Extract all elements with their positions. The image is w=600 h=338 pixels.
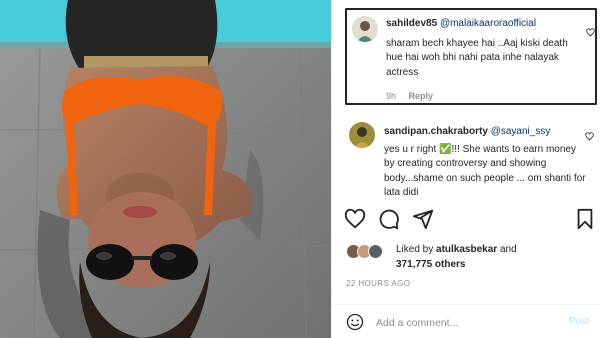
- share-icon[interactable]: [412, 208, 434, 230]
- add-comment-bar: Post: [332, 304, 600, 338]
- comment-heart-icon[interactable]: [586, 28, 595, 37]
- liked-by-label: Liked by: [396, 244, 434, 255]
- comment-icon[interactable]: [378, 208, 400, 230]
- liked-by-text: Liked by atulkasbekar and: [396, 244, 517, 255]
- liked-by-user[interactable]: atulkasbekar: [436, 244, 497, 255]
- and-label: and: [499, 244, 517, 255]
- avatar[interactable]: [352, 16, 378, 42]
- heart-icon[interactable]: [344, 208, 366, 230]
- comments-panel: sahildev85 @malaikaarora­official sharam…: [331, 0, 600, 338]
- likes-summary: Liked by atulkasbekar and 371,775 others: [346, 242, 586, 276]
- post-time[interactable]: 22 HOURS AGO: [346, 279, 410, 288]
- checkmark-emoji: ✅: [439, 143, 452, 155]
- comment-time: 9h: [386, 91, 397, 101]
- post-actions: [344, 208, 596, 232]
- reply-button[interactable]: Reply: [409, 91, 434, 101]
- comment-username[interactable]: sahildev85: [386, 18, 437, 29]
- liker-avatar[interactable]: [368, 244, 383, 259]
- comment-item-highlighted: sahildev85 @malaikaarora­official sharam…: [345, 8, 597, 105]
- bookmark-icon[interactable]: [574, 208, 596, 230]
- comment-username[interactable]: sandipan.chakraborty: [384, 126, 488, 137]
- post-button[interactable]: Post: [569, 316, 589, 327]
- comment-mention[interactable]: @malaikaarora­official: [440, 18, 536, 29]
- comment-text: sharam bech khayee hai ..Aaj kiski death…: [386, 37, 568, 78]
- comment-heart-icon[interactable]: [585, 132, 594, 141]
- comment-mention[interactable]: @sayani_ssy: [491, 126, 551, 137]
- emoji-icon[interactable]: [346, 313, 364, 331]
- likes-count[interactable]: 371,775 others: [396, 259, 466, 270]
- comment-text: yes u r right: [384, 143, 440, 155]
- add-comment-input[interactable]: [376, 315, 546, 331]
- post-photo: [0, 0, 331, 338]
- comment-item: sandipan.chakraborty @sayani_ssy yes u r…: [344, 120, 594, 200]
- avatar[interactable]: [349, 122, 375, 148]
